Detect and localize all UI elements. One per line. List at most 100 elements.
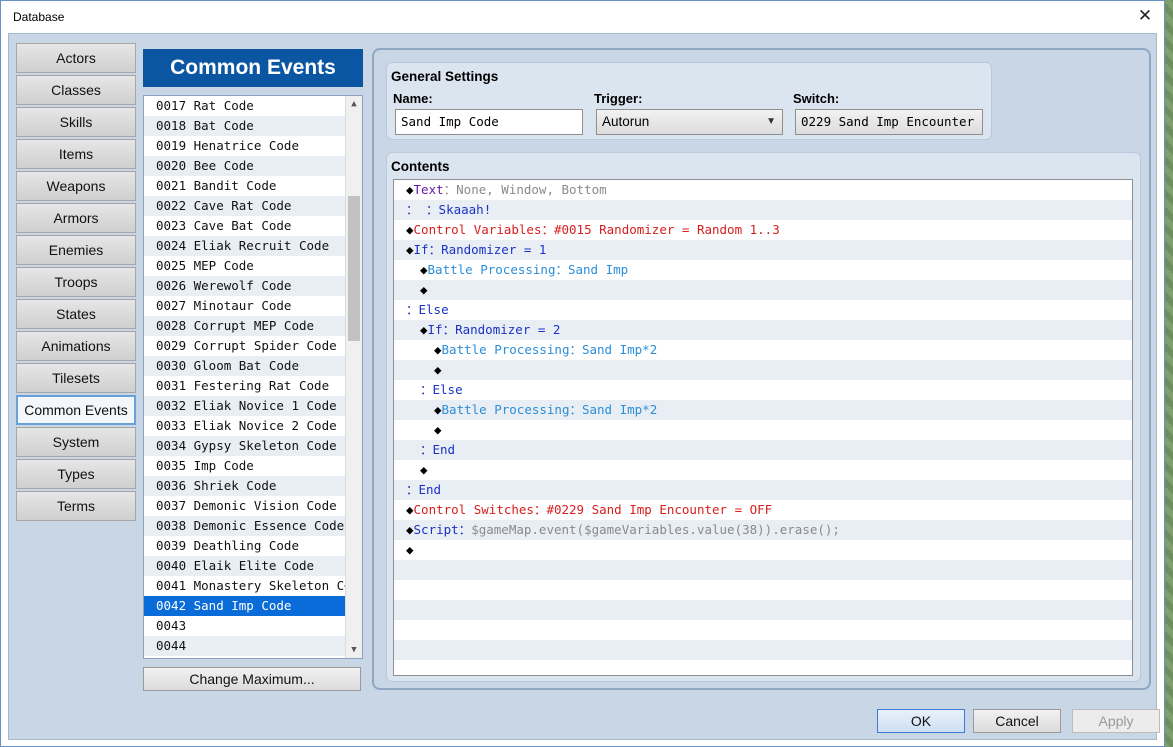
event-command-row[interactable]: ：End xyxy=(394,440,1132,460)
tab-items[interactable]: Items xyxy=(16,139,136,169)
event-command-row[interactable]: ◆Script：$gameMap.event($gameVariables.va… xyxy=(394,520,1132,540)
event-command-row[interactable]: ： ：Skaaah! xyxy=(394,200,1132,220)
event-command-row[interactable]: ：Else xyxy=(394,300,1132,320)
list-item[interactable]: 0024 Eliak Recruit Code xyxy=(144,236,346,256)
event-command-row[interactable]: ：End xyxy=(394,480,1132,500)
command-marker-icon: ◆ xyxy=(406,522,414,537)
close-icon[interactable]: ✕ xyxy=(1134,5,1156,27)
list-item[interactable]: 0021 Bandit Code xyxy=(144,176,346,196)
list-item[interactable]: 0033 Eliak Novice 2 Code xyxy=(144,416,346,436)
event-command-row[interactable]: ◆Battle Processing：Sand Imp*2 xyxy=(394,400,1132,420)
list-item[interactable]: 0022 Cave Rat Code xyxy=(144,196,346,216)
tab-armors[interactable]: Armors xyxy=(16,203,136,233)
trigger-select[interactable]: Autorun ▼ xyxy=(596,109,783,135)
event-command-row[interactable]: ◆ xyxy=(394,280,1132,300)
list-item[interactable]: 0035 Imp Code xyxy=(144,456,346,476)
event-command-row[interactable] xyxy=(394,660,1132,675)
command-marker-icon: ◆ xyxy=(406,542,414,557)
tab-system[interactable]: System xyxy=(16,427,136,457)
event-command-row[interactable]: ◆ xyxy=(394,420,1132,440)
event-command-row[interactable]: ◆Battle Processing：Sand Imp*2 xyxy=(394,340,1132,360)
list-item[interactable]: 0020 Bee Code xyxy=(144,156,346,176)
list-item[interactable]: 0040 Elaik Elite Code xyxy=(144,556,346,576)
list-scrollbar[interactable]: ▲ ▼ xyxy=(345,96,362,658)
list-item[interactable]: 0042 Sand Imp Code xyxy=(144,596,346,616)
scroll-thumb[interactable] xyxy=(348,196,360,341)
event-command-row[interactable]: ◆Text：None, Window, Bottom xyxy=(394,180,1132,200)
list-item[interactable]: 0037 Demonic Vision Code xyxy=(144,496,346,516)
list-item[interactable]: 0025 MEP Code xyxy=(144,256,346,276)
event-command-row[interactable]: ◆ xyxy=(394,460,1132,480)
command-marker-icon: ◆ xyxy=(420,462,428,477)
event-command-row[interactable]: ：Else xyxy=(394,380,1132,400)
event-command-row[interactable] xyxy=(394,600,1132,620)
list-item[interactable]: 0031 Festering Rat Code xyxy=(144,376,346,396)
command-marker-icon: ◆ xyxy=(434,362,442,377)
tab-weapons[interactable]: Weapons xyxy=(16,171,136,201)
command-text: Text xyxy=(413,182,444,197)
list-item[interactable]: 0039 Deathling Code xyxy=(144,536,346,556)
event-command-row[interactable]: ◆Control Variables：#0015 Randomizer = Ra… xyxy=(394,220,1132,240)
tab-enemies[interactable]: Enemies xyxy=(16,235,136,265)
tab-skills[interactable]: Skills xyxy=(16,107,136,137)
ok-button[interactable]: OK xyxy=(877,709,965,733)
event-command-row[interactable] xyxy=(394,620,1132,640)
tab-animations[interactable]: Animations xyxy=(16,331,136,361)
name-label: Name: xyxy=(393,91,433,106)
name-input[interactable]: Sand Imp Code xyxy=(395,109,583,135)
apply-button[interactable]: Apply xyxy=(1072,709,1160,733)
list-item[interactable]: 0044 xyxy=(144,636,346,656)
event-editor: General Settings Name: Sand Imp Code Tri… xyxy=(372,48,1151,690)
list-item[interactable]: 0027 Minotaur Code xyxy=(144,296,346,316)
list-item[interactable]: 0032 Eliak Novice 1 Code xyxy=(144,396,346,416)
tab-troops[interactable]: Troops xyxy=(16,267,136,297)
cancel-button[interactable]: Cancel xyxy=(973,709,1061,733)
client-area: Actors Classes Skills Items Weapons Armors Ene… xyxy=(8,33,1160,740)
list-item[interactable]: 0041 Monastery Skeleton C⋯ xyxy=(144,576,346,596)
list-item[interactable]: 0028 Corrupt MEP Code xyxy=(144,316,346,336)
event-command-row[interactable]: ◆If：Randomizer = 1 xyxy=(394,240,1132,260)
list-item[interactable]: 0026 Werewolf Code xyxy=(144,276,346,296)
event-command-row[interactable] xyxy=(394,560,1132,580)
list-item[interactable]: 0034 Gypsy Skeleton Code xyxy=(144,436,346,456)
list-item[interactable]: 0038 Demonic Essence Code xyxy=(144,516,346,536)
tab-types[interactable]: Types xyxy=(16,459,136,489)
list-item[interactable]: 0029 Corrupt Spider Code xyxy=(144,336,346,356)
event-command-row[interactable]: ◆ xyxy=(394,540,1132,560)
scroll-up-icon[interactable]: ▲ xyxy=(346,96,362,112)
tab-states[interactable]: States xyxy=(16,299,136,329)
tab-terms[interactable]: Terms xyxy=(16,491,136,521)
command-marker-icon: ◆ xyxy=(406,222,414,237)
event-command-row[interactable] xyxy=(394,580,1132,600)
list-item[interactable]: 0043 xyxy=(144,616,346,636)
event-command-row[interactable]: ◆ xyxy=(394,360,1132,380)
command-marker-icon: ◆ xyxy=(406,502,414,517)
event-command-list[interactable]: ◆Text：None, Window, Bottom： ：Skaaah! ◆Con… xyxy=(393,179,1133,676)
command-marker-icon: ◆ xyxy=(434,402,442,417)
scroll-down-icon[interactable]: ▼ xyxy=(346,642,362,658)
trigger-value: Autorun xyxy=(602,114,650,129)
list-item[interactable]: 0030 Gloom Bat Code xyxy=(144,356,346,376)
tab-classes[interactable]: Classes xyxy=(16,75,136,105)
command-text: If：Randomizer = 1 xyxy=(413,242,547,257)
window-title: Database xyxy=(13,10,65,24)
list-item[interactable]: 0019 Henatrice Code xyxy=(144,136,346,156)
command-text: ：End xyxy=(420,442,456,457)
list-item[interactable]: 0023 Cave Bat Code xyxy=(144,216,346,236)
command-text: ：Skaaah! xyxy=(418,202,492,217)
tab-actors[interactable]: Actors xyxy=(16,43,136,73)
event-command-row[interactable] xyxy=(394,640,1132,660)
switch-selector[interactable]: 0229 Sand Imp Encounter ⋯ xyxy=(795,109,983,135)
list-item[interactable]: 0018 Bat Code xyxy=(144,116,346,136)
list-item[interactable]: 0036 Shriek Code xyxy=(144,476,346,496)
list-item[interactable]: 0017 Rat Code xyxy=(144,96,346,116)
command-text: ：End xyxy=(406,482,442,497)
common-events-list[interactable]: 0017 Rat Code 0018 Bat Code 0019 Henatrice… xyxy=(143,95,363,659)
event-command-row[interactable]: ◆If：Randomizer = 2 xyxy=(394,320,1132,340)
tab-common-events[interactable]: Common Events xyxy=(16,395,136,425)
event-command-row[interactable]: ◆Control Switches：#0229 Sand Imp Encount… xyxy=(394,500,1132,520)
event-command-row[interactable]: ◆Battle Processing：Sand Imp xyxy=(394,260,1132,280)
tab-tilesets[interactable]: Tilesets xyxy=(16,363,136,393)
change-maximum-button[interactable]: Change Maximum... xyxy=(143,667,361,691)
list-header: Common Events xyxy=(143,49,363,87)
